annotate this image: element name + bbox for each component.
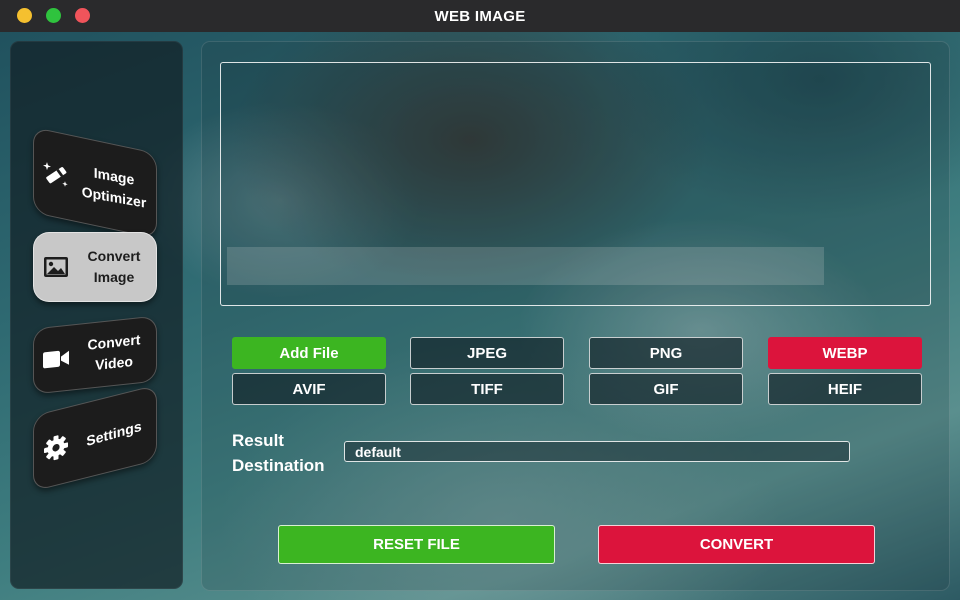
window-title: WEB IMAGE	[434, 7, 526, 25]
format-jpeg-button[interactable]: JPEG	[410, 337, 564, 369]
sidebar-item-convert-image[interactable]: Convert Image	[33, 232, 157, 302]
sidebar-item-label: Image Optimizer	[81, 164, 147, 211]
image-drop-zone[interactable]	[220, 62, 931, 306]
sidebar-item-label: Convert Video	[87, 331, 141, 373]
gear-icon	[34, 429, 78, 466]
convert-button[interactable]: CONVERT	[598, 525, 875, 564]
format-tiff-button[interactable]: TIFF	[410, 373, 564, 405]
magic-wand-icon	[34, 156, 78, 194]
format-png-button[interactable]: PNG	[589, 337, 743, 369]
preview-placeholder	[227, 247, 824, 285]
sidebar-item-label: Convert Image	[87, 248, 141, 285]
title-bar: WEB IMAGE	[0, 0, 960, 32]
maximize-button[interactable]	[46, 8, 61, 23]
image-icon	[34, 255, 78, 279]
reset-file-button[interactable]: RESET FILE	[278, 525, 555, 564]
format-heif-button[interactable]: HEIF	[768, 373, 922, 405]
minimize-button[interactable]	[17, 8, 32, 23]
sidebar-item-convert-video[interactable]: Convert Video	[33, 315, 157, 395]
sidebar	[10, 41, 183, 589]
result-destination-label: Result Destination	[232, 431, 325, 475]
format-webp-button[interactable]: WEBP	[768, 337, 922, 369]
window-controls	[17, 8, 90, 23]
add-file-button[interactable]: Add File	[232, 337, 386, 369]
video-camera-icon	[34, 346, 78, 373]
format-avif-button[interactable]: AVIF	[232, 373, 386, 405]
sidebar-item-label: Settings	[86, 417, 142, 449]
destination-field[interactable]	[344, 441, 850, 462]
format-gif-button[interactable]: GIF	[589, 373, 743, 405]
close-button[interactable]	[75, 8, 90, 23]
